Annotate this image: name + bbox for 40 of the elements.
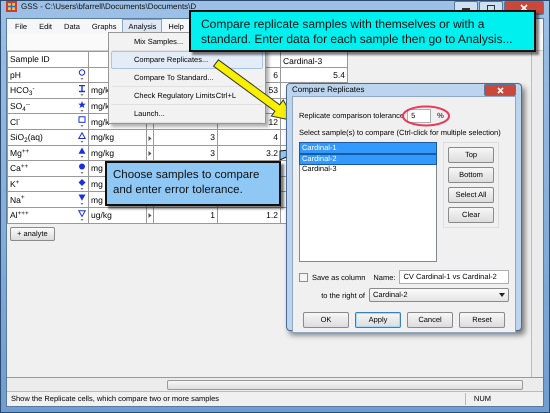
close-icon — [496, 86, 504, 94]
row-header: SiO$_{2}$(aq) — [10, 131, 43, 144]
marker-symbol-icon[interactable] — [78, 132, 86, 143]
row-header: pH — [10, 68, 21, 81]
marker-symbol-icon[interactable] — [78, 100, 86, 112]
row-header: K$^{+}$ — [10, 178, 20, 190]
table-cell: 1.2 — [218, 207, 280, 224]
minimize-icon — [462, 6, 470, 10]
window-title: GSS - C:\Users\bfarrell\Documents\Documents\D — [21, 1, 196, 13]
highlight-ellipse — [401, 105, 451, 127]
expand-arrow-icon[interactable] — [148, 151, 152, 156]
dialog-title: Compare Replicates — [292, 84, 366, 96]
expand-arrow-icon[interactable] — [148, 213, 152, 218]
unit-cell: ug/kg — [88, 207, 146, 224]
instruction-tooltip: Compare replicate samples with themselves or with a standard. Enter data for each sample then go to Analysis... — [189, 10, 536, 52]
caret-icon — [499, 293, 505, 298]
row-header: Al$^{+++}$ — [10, 209, 29, 222]
horizontal-scrollbar[interactable] — [7, 377, 543, 391]
row-header: Mg$^{++}$ — [10, 146, 30, 159]
marker-symbol-icon[interactable] — [78, 210, 86, 221]
marker-symbol-icon[interactable] — [78, 162, 86, 174]
row-header: Cl$^{-}$ — [10, 116, 20, 128]
row-header: Na$^{+}$ — [10, 194, 25, 206]
table-cell: 3 — [154, 129, 218, 146]
marker-symbol-icon[interactable] — [78, 194, 86, 206]
marker-symbol-icon[interactable] — [78, 84, 86, 96]
hint-tooltip: Choose samples to compare and enter error tolerance. — [105, 161, 281, 206]
marker-symbol-icon[interactable] — [78, 69, 86, 80]
app-icon — [6, 1, 17, 12]
marker-symbol-icon[interactable] — [78, 147, 86, 158]
save-as-column-checkbox[interactable] — [299, 272, 308, 282]
table-cell: 1 — [154, 207, 218, 224]
table-cell: 4 — [218, 129, 280, 146]
marker-symbol-icon[interactable] — [78, 178, 86, 190]
expand-arrow-icon[interactable] — [148, 136, 152, 141]
unit-cell: mg/kg — [88, 129, 146, 146]
close-icon — [520, 4, 528, 12]
row-header: Ca$^{++}$ — [10, 162, 28, 174]
marker-symbol-icon[interactable] — [78, 116, 86, 128]
vertical-scrollbar[interactable] — [531, 51, 543, 377]
